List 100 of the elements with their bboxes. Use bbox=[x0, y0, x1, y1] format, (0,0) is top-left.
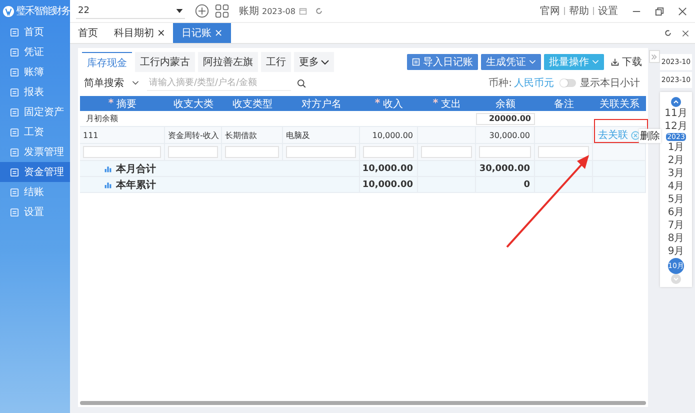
column-label: 收入 bbox=[383, 98, 404, 110]
table-cell: 10,000.00 bbox=[360, 127, 418, 144]
month-item[interactable]: 5月 bbox=[668, 193, 684, 206]
subtotal-toggle[interactable] bbox=[560, 79, 576, 87]
menu-item-icon bbox=[10, 188, 19, 196]
logo-icon bbox=[3, 4, 14, 18]
input-field[interactable] bbox=[225, 146, 279, 158]
account-tab[interactable]: 更多 bbox=[294, 52, 334, 72]
chevron-down-icon[interactable] bbox=[671, 274, 681, 284]
delete-tooltip: 删除 bbox=[639, 129, 661, 143]
scrollbar[interactable] bbox=[80, 401, 646, 405]
search-mode-select[interactable]: 简单搜索 bbox=[84, 76, 139, 90]
menu-item-icon bbox=[10, 168, 19, 176]
menu-item-icon bbox=[10, 208, 19, 216]
close-tab-icon[interactable]: × bbox=[157, 28, 166, 38]
page-tab[interactable]: 日记账 × bbox=[173, 23, 231, 43]
close-icon[interactable] bbox=[682, 30, 689, 36]
column-label: 收支类型 bbox=[232, 98, 272, 110]
month-item[interactable]: 11月 bbox=[664, 107, 688, 120]
menu-item-icon bbox=[10, 88, 19, 96]
period-label: 账期 bbox=[239, 4, 259, 18]
column-label: 对方户名 bbox=[302, 98, 342, 110]
opening-balance-field[interactable]: 20000.00 bbox=[476, 112, 535, 124]
month-item[interactable]: 4月 bbox=[668, 180, 684, 193]
refresh-icon[interactable] bbox=[315, 7, 324, 15]
remove-circle-icon[interactable] bbox=[631, 130, 640, 140]
total-label: 本月合计 bbox=[116, 162, 156, 176]
grid-icon[interactable] bbox=[215, 4, 229, 18]
chevron-up-icon[interactable] bbox=[671, 97, 681, 107]
chevrons-right-icon bbox=[651, 54, 657, 60]
bar-chart-icon bbox=[104, 180, 112, 188]
close-icon[interactable] bbox=[678, 6, 687, 16]
input-field[interactable] bbox=[83, 146, 161, 158]
table-cell: 111 bbox=[80, 127, 165, 144]
chevron-down-icon bbox=[321, 60, 329, 64]
column-label: 支出 bbox=[441, 98, 462, 110]
add-icon[interactable] bbox=[195, 4, 209, 18]
period-field[interactable]: 2023-08 bbox=[262, 6, 296, 16]
table-cell: 0 bbox=[476, 177, 535, 193]
input-field[interactable] bbox=[168, 146, 218, 158]
header-link[interactable]: 官网 bbox=[540, 4, 560, 18]
bar-chart-icon bbox=[104, 164, 112, 172]
calendar-icon[interactable] bbox=[299, 7, 308, 15]
input-field[interactable] bbox=[479, 146, 531, 158]
input-field[interactable] bbox=[538, 146, 589, 158]
chevron-down-icon bbox=[529, 60, 536, 64]
month-item[interactable]: 1月 bbox=[668, 141, 684, 154]
month-item[interactable]: 9月 bbox=[668, 245, 684, 258]
menu-item-icon bbox=[10, 128, 19, 136]
table-cell: 资金周转-收入 bbox=[165, 127, 222, 144]
table-cell: 电脑及 bbox=[283, 127, 360, 144]
download-icon bbox=[611, 58, 619, 66]
action-button[interactable]: 生成凭证 bbox=[481, 54, 541, 70]
table-cell: 长期借款 bbox=[222, 127, 283, 144]
page-tab[interactable]: 科目期初 × bbox=[106, 23, 174, 43]
action-button[interactable]: 导入日记账 bbox=[407, 54, 478, 70]
search-field[interactable]: 请输入摘要/类型/户名/金额 bbox=[147, 76, 291, 90]
month-item[interactable]: 2月 bbox=[668, 154, 684, 167]
input-field[interactable] bbox=[421, 146, 472, 158]
month-item[interactable]: 12月 bbox=[664, 120, 688, 133]
column-label: 备注 bbox=[554, 98, 574, 110]
total-label: 本年累计 bbox=[116, 178, 156, 192]
month-item[interactable]: 8月 bbox=[668, 232, 684, 245]
header-link[interactable]: 帮助 bbox=[569, 4, 589, 18]
expand-handle[interactable] bbox=[648, 50, 660, 63]
table-cell: 30,000.00 bbox=[476, 127, 535, 144]
column-label: 余额 bbox=[496, 98, 516, 110]
search-icon[interactable] bbox=[297, 78, 306, 88]
download-button[interactable]: 下载 bbox=[607, 55, 642, 69]
month-item[interactable]: 3月 bbox=[668, 167, 684, 180]
close-tab-icon[interactable]: × bbox=[214, 28, 223, 38]
restore-icon[interactable] bbox=[655, 6, 664, 16]
input-field[interactable] bbox=[286, 146, 356, 158]
input-field[interactable] bbox=[363, 146, 414, 158]
account-select[interactable]: 22 bbox=[76, 4, 185, 18]
column-label: 关联关系 bbox=[600, 98, 640, 110]
month-item[interactable]: 7月 bbox=[668, 219, 684, 232]
month-item[interactable]: 6月 bbox=[668, 206, 684, 219]
table-cell: 30,000.00 bbox=[476, 161, 535, 177]
table-cell: 10,000.00 bbox=[360, 161, 418, 177]
required-mark: * bbox=[374, 98, 380, 109]
column-label: 收支大类 bbox=[174, 98, 214, 110]
chevron-down-icon bbox=[132, 81, 139, 85]
sidebar-item[interactable]: 资金管理 bbox=[0, 162, 70, 182]
caret-icon bbox=[176, 8, 183, 12]
account-tab[interactable]: 阿拉善左旗 bbox=[198, 52, 258, 72]
menu-item-icon bbox=[10, 148, 19, 156]
table-cell: 10,000.00 bbox=[360, 177, 418, 193]
app-logo-text: 璧禾智能财务 bbox=[16, 4, 70, 18]
required-mark: * bbox=[432, 98, 438, 109]
page-tab[interactable]: 首页 bbox=[70, 23, 106, 43]
header-link[interactable]: 设置 bbox=[598, 4, 618, 18]
subtotal-label: 显示本日小计 bbox=[580, 76, 640, 90]
import-icon bbox=[412, 58, 420, 66]
account-tab[interactable]: 工行内蒙古 bbox=[135, 52, 195, 72]
refresh-icon[interactable] bbox=[664, 29, 672, 37]
account-tab[interactable]: 工行 bbox=[261, 52, 291, 72]
highlight-box bbox=[594, 119, 648, 143]
required-mark: * bbox=[108, 98, 114, 109]
currency-label: 币种: bbox=[488, 76, 512, 90]
